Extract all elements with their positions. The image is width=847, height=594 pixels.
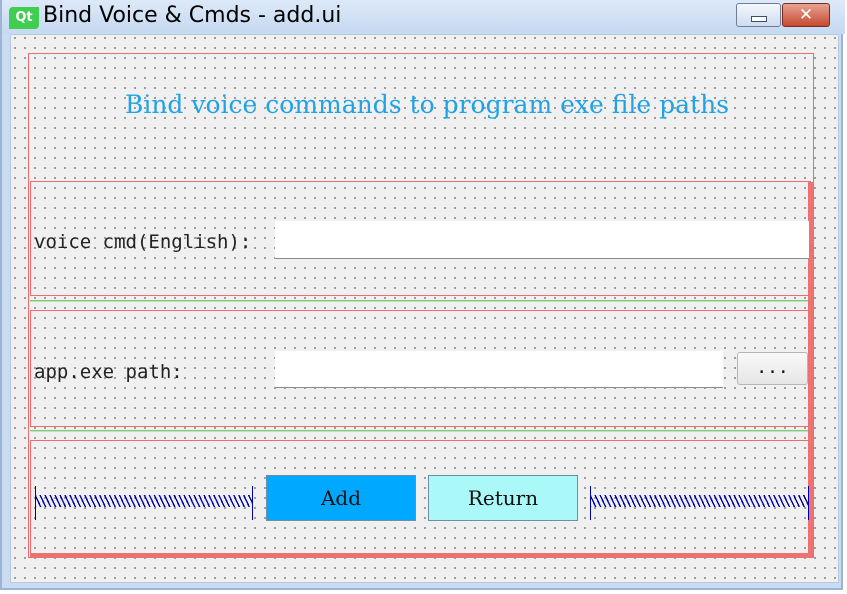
- spacer-cap: [252, 486, 253, 520]
- window-title: Bind Voice & Cmds - add.ui: [43, 3, 342, 28]
- form-heading: Bind voice commands to program exe file …: [124, 90, 730, 119]
- return-button[interactable]: Return: [428, 475, 578, 521]
- spacer-zigzag: [35, 495, 253, 507]
- voice-cmd-input[interactable]: [275, 221, 809, 259]
- qt-logo-icon: Qt: [9, 7, 39, 29]
- spacer-cap: [808, 486, 809, 520]
- voice-cmd-label: voice cmd(English):: [34, 231, 252, 253]
- layout-edge-bottom: [30, 553, 813, 558]
- app-path-label: app.exe path:: [34, 361, 183, 383]
- minimize-button[interactable]: [736, 3, 781, 27]
- close-button[interactable]: ✕: [782, 3, 830, 27]
- row-separator: [30, 300, 810, 302]
- row-separator: [30, 430, 810, 432]
- add-button[interactable]: Add: [266, 475, 416, 521]
- close-icon: ✕: [798, 5, 814, 25]
- horizontal-spacer-right: [590, 486, 809, 520]
- form-canvas: Bind voice commands to program exe file …: [10, 34, 839, 583]
- app-path-input[interactable]: [275, 351, 723, 388]
- title-bar[interactable]: Qt Bind Voice & Cmds - add.ui ✕: [2, 0, 845, 34]
- app-window: Qt Bind Voice & Cmds - add.ui ✕ Bind voi…: [0, 0, 845, 590]
- spacer-zigzag: [590, 495, 809, 507]
- horizontal-spacer-left: [35, 486, 253, 520]
- minimize-icon: [750, 16, 767, 22]
- browse-button[interactable]: ...: [737, 352, 808, 385]
